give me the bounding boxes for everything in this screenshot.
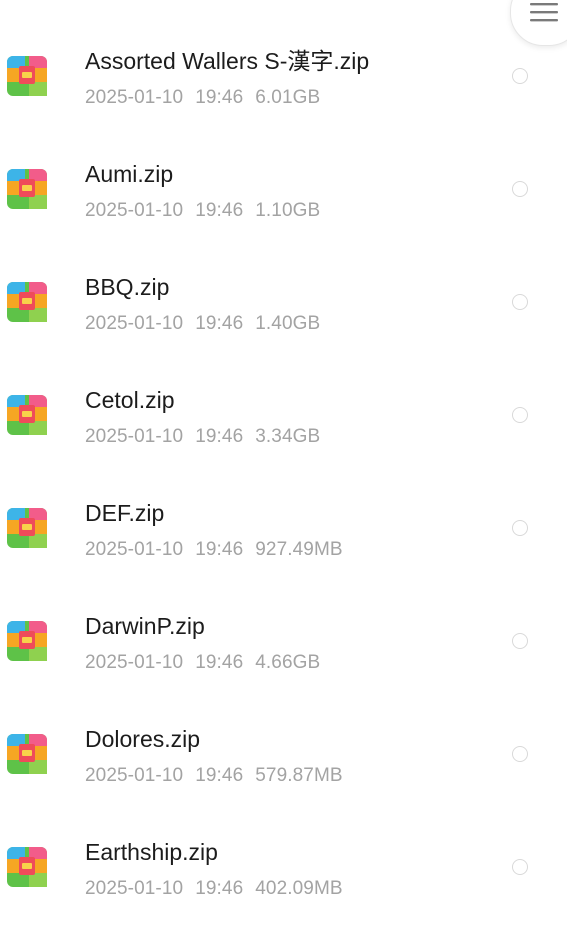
file-row[interactable]: Earthship.zip 2025-01-10 19:46 402.09MB (0, 791, 567, 904)
file-row[interactable]: Aumi.zip 2025-01-10 19:46 1.10GB (0, 113, 567, 226)
file-size: 6.01GB (255, 87, 321, 108)
zip-archive-icon (7, 508, 47, 548)
select-radio[interactable] (512, 520, 528, 536)
file-time: 19:46 (195, 652, 244, 673)
select-radio[interactable] (512, 859, 528, 875)
file-date: 2025-01-10 (85, 200, 184, 221)
file-meta: 2025-01-10 19:46 3.34GB (85, 427, 320, 446)
file-size: 4.66GB (255, 652, 321, 673)
zip-archive-icon (7, 282, 47, 322)
zip-archive-icon (7, 621, 47, 661)
zip-archive-icon (7, 734, 47, 774)
file-time: 19:46 (195, 426, 244, 447)
file-name: BBQ.zip (85, 274, 170, 300)
file-date: 2025-01-10 (85, 426, 184, 447)
file-meta: 2025-01-10 19:46 579.87MB (85, 766, 343, 785)
file-row[interactable]: Cetol.zip 2025-01-10 19:46 3.34GB (0, 339, 567, 452)
file-date: 2025-01-10 (85, 652, 184, 673)
select-radio[interactable] (512, 68, 528, 84)
file-name: Earthship.zip (85, 839, 218, 865)
zip-archive-icon (7, 395, 47, 435)
file-name: Assorted Wallers S-漢字.zip (85, 48, 370, 74)
file-time: 19:46 (195, 87, 244, 108)
file-time: 19:46 (195, 313, 244, 334)
select-radio[interactable] (512, 407, 528, 423)
file-size: 1.10GB (255, 200, 321, 221)
file-time: 19:46 (195, 539, 244, 560)
zip-archive-icon (7, 169, 47, 209)
file-name: DEF.zip (85, 500, 165, 526)
file-date: 2025-01-10 (85, 878, 184, 899)
file-meta: 2025-01-10 19:46 4.66GB (85, 653, 320, 672)
zip-archive-icon (7, 56, 47, 96)
select-radio[interactable] (512, 181, 528, 197)
file-name: DarwinP.zip (85, 613, 205, 639)
file-row[interactable]: DEF.zip 2025-01-10 19:46 927.49MB (0, 452, 567, 565)
file-name: Cetol.zip (85, 387, 175, 413)
file-name: Dolores.zip (85, 726, 201, 752)
file-size: 579.87MB (255, 765, 343, 786)
file-time: 19:46 (195, 765, 244, 786)
zip-archive-icon (7, 847, 47, 887)
file-meta: 2025-01-10 19:46 6.01GB (85, 88, 320, 107)
file-size: 927.49MB (255, 539, 343, 560)
file-size: 3.34GB (255, 426, 321, 447)
file-row[interactable]: DarwinP.zip 2025-01-10 19:46 4.66GB (0, 565, 567, 678)
select-radio[interactable] (512, 746, 528, 762)
file-size: 402.09MB (255, 878, 343, 899)
file-date: 2025-01-10 (85, 765, 184, 786)
file-meta: 2025-01-10 19:46 1.40GB (85, 314, 320, 333)
file-time: 19:46 (195, 878, 244, 899)
file-meta: 2025-01-10 19:46 927.49MB (85, 540, 343, 559)
file-time: 19:46 (195, 200, 244, 221)
select-radio[interactable] (512, 633, 528, 649)
file-date: 2025-01-10 (85, 539, 184, 560)
file-date: 2025-01-10 (85, 87, 184, 108)
file-row[interactable]: BBQ.zip 2025-01-10 19:46 1.40GB (0, 226, 567, 339)
file-row[interactable]: Dolores.zip 2025-01-10 19:46 579.87MB (0, 678, 567, 791)
select-radio[interactable] (512, 294, 528, 310)
file-meta: 2025-01-10 19:46 1.10GB (85, 201, 320, 220)
file-date: 2025-01-10 (85, 313, 184, 334)
file-size: 1.40GB (255, 313, 321, 334)
file-row[interactable]: Assorted Wallers S-漢字.zip 2025-01-10 19:4… (0, 0, 567, 113)
file-name: Aumi.zip (85, 161, 174, 187)
file-meta: 2025-01-10 19:46 402.09MB (85, 879, 343, 898)
